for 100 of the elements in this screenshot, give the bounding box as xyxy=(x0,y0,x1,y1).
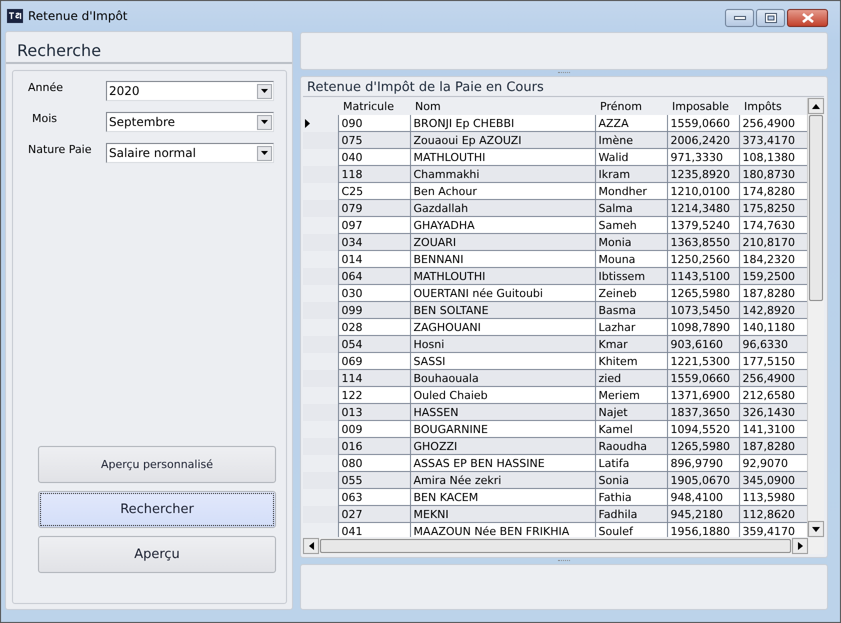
window-title: Retenue d'Impôt xyxy=(28,9,128,23)
table-cell: 184,2320 xyxy=(739,250,807,268)
scroll-down-icon[interactable] xyxy=(812,526,820,532)
table-cell: 041 xyxy=(338,522,410,537)
table-cell: 064 xyxy=(338,268,410,284)
table-cell: 96,6330 xyxy=(739,336,807,352)
column-header[interactable]: Impôts xyxy=(739,98,807,115)
table-cell: 948,4100 xyxy=(667,488,739,506)
panel-title: Recherche xyxy=(17,41,102,62)
table-cell: Lazhar xyxy=(595,318,667,336)
table-cell: GHOZZI xyxy=(410,438,595,454)
table-cell: MATHLOUTHI xyxy=(410,268,595,284)
table-cell: Najet xyxy=(595,404,667,420)
table-cell: 945,2180 xyxy=(667,506,739,522)
minimize-icon[interactable] xyxy=(734,15,746,21)
table-cell: 016 xyxy=(338,438,410,454)
table-cell: Kamel xyxy=(595,420,667,438)
maximize-icon[interactable] xyxy=(764,13,776,23)
table-cell: Chammakhi xyxy=(410,166,595,182)
table-cell: 069 xyxy=(338,352,410,370)
table-cell: 1143,5100 xyxy=(667,268,739,284)
table-cell: 1363,8550 xyxy=(667,234,739,250)
table-cell: Imène xyxy=(595,132,667,148)
table-cell: Monia xyxy=(595,234,667,250)
table-cell: 114 xyxy=(338,370,410,386)
table-cell: 373,4170 xyxy=(739,132,807,148)
table-cell: Kmar xyxy=(595,336,667,352)
table-cell: Salma xyxy=(595,200,667,216)
table-cell: 013 xyxy=(338,404,410,420)
table-cell: Basma xyxy=(595,302,667,318)
table-cell: Mouna xyxy=(595,250,667,268)
table-cell: BEN SOLTANE xyxy=(410,302,595,318)
field-label: Nature Paie xyxy=(28,143,93,156)
table-cell: 063 xyxy=(338,488,410,506)
scroll-left-icon[interactable] xyxy=(308,542,314,550)
table-cell: Mondher xyxy=(595,182,667,200)
vertical-scrollbar[interactable] xyxy=(807,98,824,537)
table-cell: Zeineb xyxy=(595,284,667,302)
table-cell: Fadhila xyxy=(595,506,667,522)
table-cell: Ouled Chaieb xyxy=(410,386,595,404)
close-button[interactable] xyxy=(787,9,828,27)
table-cell: 1559,0660 xyxy=(667,115,739,132)
scroll-up-icon[interactable] xyxy=(812,104,820,108)
table-cell: 903,6160 xyxy=(667,336,739,352)
action-button[interactable]: Rechercher xyxy=(38,491,276,528)
column-header[interactable]: Prénom xyxy=(595,98,667,115)
table-cell: 080 xyxy=(338,454,410,472)
table-cell: 92,9070 xyxy=(739,454,807,472)
table-cell: MEKNI xyxy=(410,506,595,522)
dropdown-field[interactable]: Septembre xyxy=(106,112,274,132)
table-cell: SASSI xyxy=(410,352,595,370)
table-cell: Ibtissem xyxy=(595,268,667,284)
table-cell: 028 xyxy=(338,318,410,336)
table-cell: zied xyxy=(595,370,667,386)
table-cell: Sameh xyxy=(595,216,667,234)
app-logo-icon xyxy=(7,9,23,23)
table-cell: 055 xyxy=(338,472,410,488)
table-cell: Sonia xyxy=(595,472,667,488)
table-cell: 1956,1880 xyxy=(667,522,739,537)
table-cell: 2006,2420 xyxy=(667,132,739,148)
table-cell: AZZA xyxy=(595,115,667,132)
table-cell: HASSEN xyxy=(410,404,595,420)
table-cell: 030 xyxy=(338,284,410,302)
table-cell: 345,0900 xyxy=(739,472,807,488)
table-cell: Soulef xyxy=(595,522,667,537)
table-cell: MATHLOUTHI xyxy=(410,148,595,166)
table-cell: 079 xyxy=(338,200,410,216)
action-button[interactable]: Aperçu personnalisé xyxy=(38,446,276,483)
table-cell: Ben Achour xyxy=(410,182,595,200)
table-cell: 896,9790 xyxy=(667,454,739,472)
table-cell: 174,7630 xyxy=(739,216,807,234)
dropdown-field[interactable]: Salaire normal xyxy=(106,143,274,163)
table-cell: 1094,5520 xyxy=(667,420,739,438)
table-cell: 141,3100 xyxy=(739,420,807,438)
scroll-right-icon[interactable] xyxy=(798,542,802,550)
table-cell: 090 xyxy=(338,115,410,132)
table-cell: C25 xyxy=(338,182,410,200)
table-cell: 009 xyxy=(338,420,410,438)
action-button[interactable]: Aperçu xyxy=(38,536,276,573)
table-cell: 099 xyxy=(338,302,410,318)
close-icon[interactable] xyxy=(800,13,814,23)
maximize-button[interactable] xyxy=(756,9,785,27)
table-cell: Latifa xyxy=(595,454,667,472)
table-cell: 122 xyxy=(338,386,410,404)
table-cell: 1073,5450 xyxy=(667,302,739,318)
horizontal-scrollbar[interactable] xyxy=(303,538,824,554)
dropdown-field[interactable]: 2020 xyxy=(106,81,274,101)
minimize-button[interactable] xyxy=(725,9,754,27)
table-cell: ZAGHOUANI xyxy=(410,318,595,336)
table-cell: 027 xyxy=(338,506,410,522)
table-cell: Raoudha xyxy=(595,438,667,454)
current-row-icon xyxy=(305,118,310,128)
table-cell: 1235,8920 xyxy=(667,166,739,182)
table-cell: 359,4170 xyxy=(739,522,807,537)
table-cell: 054 xyxy=(338,336,410,352)
table-cell: 1371,6900 xyxy=(667,386,739,404)
table-cell: 174,8280 xyxy=(739,182,807,200)
table-cell: 1559,0660 xyxy=(667,370,739,386)
table-cell: 118 xyxy=(338,166,410,182)
table-cell: 326,1430 xyxy=(739,404,807,420)
